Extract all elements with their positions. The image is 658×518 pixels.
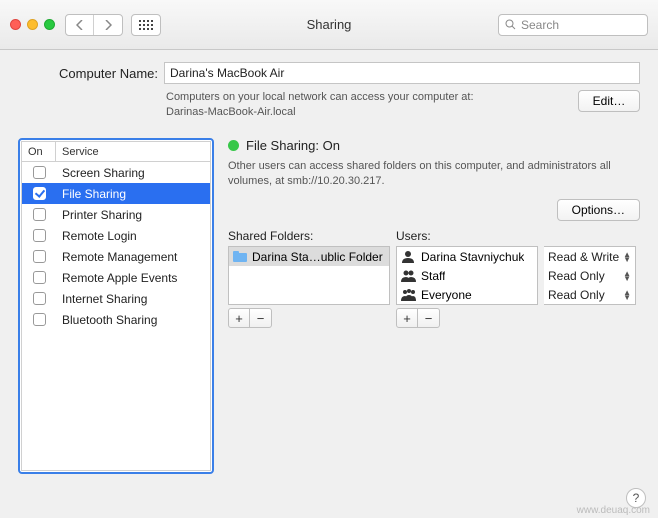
zoom-window[interactable] (44, 19, 55, 30)
service-row[interactable]: Bluetooth Sharing (22, 309, 210, 330)
folder-row[interactable]: Darina Sta…ublic Folder (229, 247, 389, 266)
permissions-gap (544, 305, 636, 328)
user-row[interactable]: Darina Stavniychuk (397, 247, 537, 266)
forward-button[interactable] (94, 15, 122, 35)
computer-name-label: Computer Name: (18, 66, 158, 81)
toolbar: Sharing Search (0, 0, 658, 50)
computer-name-field[interactable] (164, 62, 640, 84)
add-user-button[interactable]: + (397, 309, 418, 327)
user-row[interactable]: Staff (397, 266, 537, 285)
folders-plusminus: + − (228, 308, 272, 328)
service-label: Remote Apple Events (56, 271, 210, 285)
service-label: Printer Sharing (56, 208, 210, 222)
service-checkbox[interactable] (33, 187, 46, 200)
close-window[interactable] (10, 19, 21, 30)
permission-label: Read Only (548, 288, 605, 302)
search-placeholder: Search (521, 18, 559, 32)
computer-name-subtext: Computers on your local network can acce… (166, 90, 566, 120)
service-label: File Sharing (56, 187, 210, 201)
service-checkbox[interactable] (33, 250, 46, 263)
users-plusminus: + − (396, 308, 440, 328)
service-row[interactable]: Remote Login (22, 225, 210, 246)
service-list: On Service Screen Sharing File Sharing Pri… (18, 138, 214, 474)
minimize-window[interactable] (27, 19, 38, 30)
users-title: Users: (396, 229, 538, 243)
service-checkbox[interactable] (33, 271, 46, 284)
service-header-on[interactable]: On (22, 142, 56, 161)
options-button[interactable]: Options… (557, 199, 640, 221)
service-label: Remote Management (56, 250, 210, 264)
folder-label: Darina Sta…ublic Folder (252, 250, 383, 264)
user-icon (401, 269, 416, 282)
back-button[interactable] (66, 15, 94, 35)
window-controls (10, 19, 55, 30)
status-title: File Sharing: On (246, 138, 340, 153)
service-row[interactable]: File Sharing (22, 183, 210, 204)
service-label: Screen Sharing (56, 166, 210, 180)
service-label: Internet Sharing (56, 292, 210, 306)
service-checkbox[interactable] (33, 292, 46, 305)
service-checkbox[interactable] (33, 208, 46, 221)
permission-stepper[interactable]: ▲▼ (623, 290, 631, 300)
permission-stepper[interactable]: ▲▼ (623, 271, 631, 281)
status-description: Other users can access shared folders on… (228, 159, 640, 189)
service-checkbox[interactable] (33, 166, 46, 179)
user-label: Darina Stavniychuk (421, 250, 524, 264)
folder-icon (233, 251, 247, 262)
search-icon (505, 19, 516, 30)
permission-row[interactable]: Read Only ▲▼ (544, 266, 635, 285)
user-label: Staff (421, 269, 445, 283)
shared-folders-list[interactable]: Darina Sta…ublic Folder (228, 246, 390, 305)
permissions-list[interactable]: Read & Write ▲▼ Read Only ▲▼ Read Only ▲▼ (544, 246, 636, 305)
permissions-spacer (544, 229, 636, 243)
user-icon (401, 250, 416, 263)
service-header: On Service (22, 142, 210, 162)
users-list[interactable]: Darina Stavniychuk Staff Everyone (396, 246, 538, 305)
permission-stepper[interactable]: ▲▼ (623, 252, 631, 262)
service-row[interactable]: Remote Apple Events (22, 267, 210, 288)
permission-row[interactable]: Read & Write ▲▼ (544, 247, 635, 266)
watermark: www.deuaq.com (577, 505, 650, 516)
service-checkbox[interactable] (33, 229, 46, 242)
permission-row[interactable]: Read Only ▲▼ (544, 285, 635, 304)
shared-folders-title: Shared Folders: (228, 229, 390, 243)
service-label: Bluetooth Sharing (56, 313, 210, 327)
nav-segment (65, 14, 123, 36)
service-row[interactable]: Printer Sharing (22, 204, 210, 225)
remove-user-button[interactable]: − (418, 309, 439, 327)
add-folder-button[interactable]: + (229, 309, 250, 327)
status-indicator-icon (228, 140, 239, 151)
user-row[interactable]: Everyone (397, 285, 537, 304)
service-row[interactable]: Screen Sharing (22, 162, 210, 183)
user-label: Everyone (421, 288, 472, 302)
service-checkbox[interactable] (33, 313, 46, 326)
user-icon (401, 288, 416, 301)
grid-icon (139, 20, 153, 30)
service-row[interactable]: Remote Management (22, 246, 210, 267)
service-label: Remote Login (56, 229, 210, 243)
show-all-button[interactable] (131, 14, 161, 36)
permission-label: Read Only (548, 269, 605, 283)
permission-label: Read & Write (548, 250, 619, 264)
service-header-service[interactable]: Service (56, 142, 210, 161)
search-field[interactable]: Search (498, 14, 648, 36)
edit-button[interactable]: Edit… (578, 90, 640, 112)
service-row[interactable]: Internet Sharing (22, 288, 210, 309)
remove-folder-button[interactable]: − (250, 309, 271, 327)
